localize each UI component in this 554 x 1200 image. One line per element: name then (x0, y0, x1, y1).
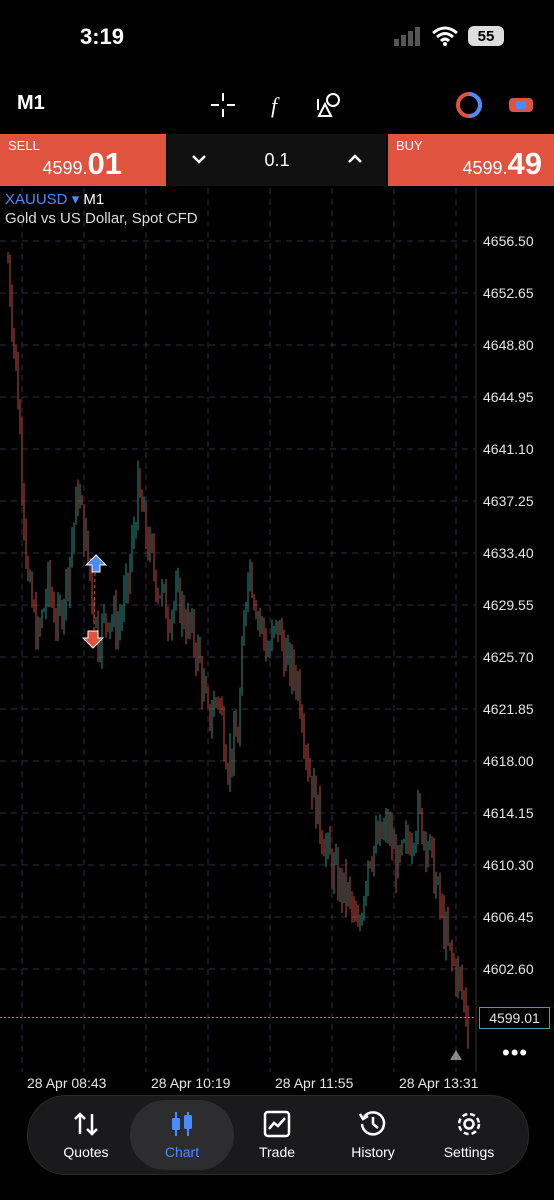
symbol-name[interactable]: XAUUSD (5, 191, 68, 208)
price-tick-label: 4652.65 (483, 285, 534, 301)
nav-settings-label: Settings (443, 1144, 495, 1160)
chart-shift-icon (450, 1050, 462, 1060)
trade-panel: SELL 4599.01 0.1 BUY 4599.49 (0, 134, 554, 186)
more-options-button[interactable]: ••• (502, 1040, 528, 1066)
nav-settings[interactable]: Settings (419, 1096, 519, 1174)
symbol-dropdown-icon[interactable]: ▾ (72, 191, 80, 208)
nav-history-label: History (351, 1144, 395, 1160)
nav-quotes[interactable]: Quotes (36, 1096, 136, 1174)
price-tick-label: 4625.70 (483, 649, 534, 665)
status-bar: 3:19 55 (0, 0, 554, 76)
price-tick-label: 4637.25 (483, 493, 534, 509)
crosshair-icon[interactable] (208, 90, 238, 120)
trade-chart-icon (263, 1110, 291, 1138)
symbol-row: XAUUSD ▾ M1 (5, 190, 104, 208)
nav-quotes-label: Quotes (63, 1144, 109, 1160)
buy-price: 4599.49 (462, 146, 542, 182)
volume-control: 0.1 (168, 134, 386, 186)
price-tick-label: 4618.00 (483, 753, 534, 769)
price-tick-label: 4606.45 (483, 909, 534, 925)
status-time: 3:19 (80, 24, 125, 49)
buy-price-big: 49 (507, 146, 542, 181)
chart-canvas[interactable] (0, 188, 554, 1072)
time-tick-label: 28 Apr 08:43 (27, 1075, 107, 1091)
symbol-description: Gold vs US Dollar, Spot CFD (5, 210, 198, 227)
status-icons: 55 (394, 26, 504, 46)
nav-chart-label: Chart (164, 1144, 200, 1160)
trade-toggle-icon[interactable] (506, 90, 536, 120)
current-price-label: 4599.01 (479, 1007, 550, 1029)
price-tick-label: 4644.95 (483, 389, 534, 405)
timeframe-button[interactable]: M1 (17, 92, 45, 115)
price-tick-label: 4648.80 (483, 337, 534, 353)
price-tick-label: 4614.15 (483, 805, 534, 821)
svg-text:f: f (271, 93, 280, 118)
buy-price-small: 4599. (462, 158, 508, 178)
price-tick-label: 4621.85 (483, 701, 534, 717)
price-tick-label: 4602.60 (483, 961, 534, 977)
price-tick-label: 4633.40 (483, 545, 534, 561)
nav-history[interactable]: History (323, 1096, 423, 1174)
buy-button[interactable]: BUY 4599.49 (388, 134, 554, 186)
sell-label: SELL (8, 138, 40, 153)
nav-chart[interactable]: Chart (128, 1096, 236, 1174)
chart-toolbar: M1 f (0, 78, 554, 132)
buy-arrow-icon (84, 554, 108, 573)
price-chart[interactable]: XAUUSD ▾ M1 Gold vs US Dollar, Spot CFD (0, 188, 554, 1072)
chart-timeframe: M1 (83, 191, 105, 208)
price-tick-label: 4629.55 (483, 597, 534, 613)
sell-price-small: 4599. (42, 158, 88, 178)
sell-price-big: 01 (87, 146, 122, 181)
price-tick-label: 4641.10 (483, 441, 534, 457)
objects-icon[interactable] (315, 90, 345, 120)
time-tick-label: 28 Apr 13:31 (399, 1075, 479, 1091)
signal-icon (394, 27, 420, 46)
indicators-icon[interactable]: f (262, 90, 292, 120)
time-tick-label: 28 Apr 11:55 (275, 1075, 354, 1091)
history-icon (358, 1111, 386, 1136)
gear-icon (457, 1112, 481, 1136)
candlestick-icon (172, 1112, 192, 1136)
wifi-icon (432, 26, 458, 46)
time-tick-label: 28 Apr 10:19 (151, 1075, 231, 1091)
price-tick-label: 4610.30 (483, 857, 534, 873)
nav-trade-label: Trade (258, 1144, 296, 1160)
nav-trade[interactable]: Trade (227, 1096, 327, 1174)
sell-price: 4599.01 (42, 146, 122, 182)
quotes-icon (74, 1112, 98, 1136)
price-tick-label: 4656.50 (483, 233, 534, 249)
bottom-nav: Quotes Chart Trade History Settings (27, 1095, 529, 1175)
sell-button[interactable]: SELL 4599.01 (0, 134, 166, 186)
volume-increase-icon[interactable] (344, 148, 366, 170)
one-click-trading-icon[interactable] (454, 90, 484, 120)
battery-indicator: 55 (468, 26, 504, 46)
buy-label: BUY (396, 138, 423, 153)
